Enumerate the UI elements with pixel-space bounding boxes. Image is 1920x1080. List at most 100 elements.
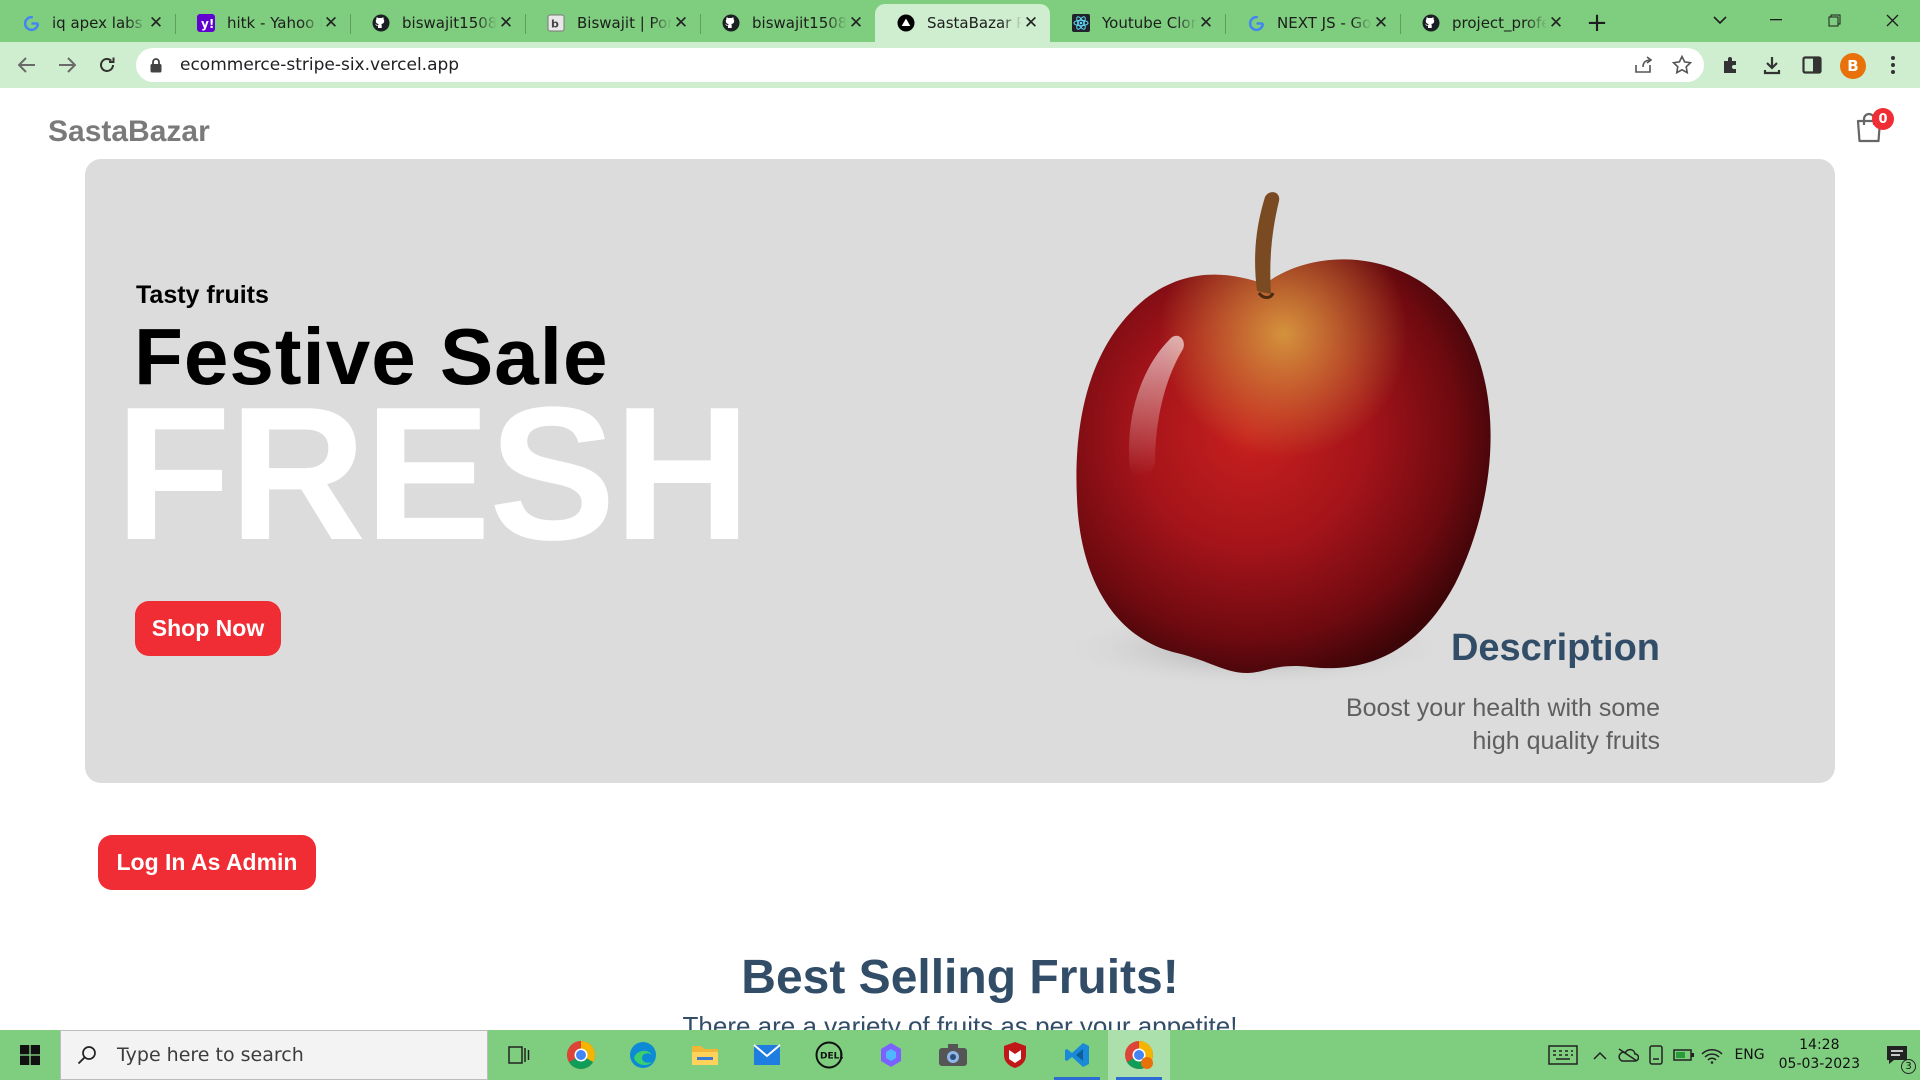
github-icon	[372, 14, 390, 32]
browser-tab-active[interactable]: SastaBazar Pvt ✕	[875, 4, 1050, 42]
wifi-icon[interactable]	[1698, 1030, 1726, 1080]
tab-close-icon[interactable]: ✕	[1547, 13, 1565, 33]
hero-large-text: FRESH	[115, 368, 751, 580]
cart-count-badge: 0	[1872, 108, 1894, 130]
forward-arrow-icon[interactable]	[52, 50, 82, 80]
tab-close-icon[interactable]: ✕	[1197, 13, 1215, 33]
bookmark-star-icon[interactable]	[1667, 50, 1697, 80]
battery-icon[interactable]	[1670, 1030, 1698, 1080]
windows-taskbar: Type here to search DELL ENG 14:28 05-03…	[0, 1030, 1920, 1080]
browser-tab[interactable]: b Biswajit | Portf ✕	[525, 4, 700, 42]
tab-close-icon[interactable]: ✕	[322, 13, 340, 33]
notification-count-badge: 3	[1901, 1059, 1916, 1074]
browser-tab[interactable]: biswajit15080 ✕	[700, 4, 875, 42]
extensions-puzzle-icon[interactable]	[1716, 50, 1746, 80]
hero-banner: Tasty fruits Festive Sale FRESH Shop Now…	[85, 159, 1835, 783]
description-title: Description	[1450, 627, 1660, 669]
copilot-app-icon[interactable]	[860, 1030, 922, 1080]
web-page: SastaBazar 0 Tasty fruits Festive Sale F…	[0, 88, 1920, 1030]
hero-small-text: Tasty fruits	[136, 281, 269, 309]
system-clock[interactable]: 14:28 05-03-2023	[1779, 1036, 1860, 1074]
vscode-icon[interactable]	[1046, 1030, 1108, 1080]
tab-close-icon[interactable]: ✕	[672, 13, 690, 33]
onedrive-icon[interactable]	[1614, 1030, 1642, 1080]
reload-icon[interactable]	[92, 50, 122, 80]
browser-toolbar: ecommerce-stripe-six.vercel.app B	[0, 42, 1920, 88]
edge-taskbar-icon[interactable]	[612, 1030, 674, 1080]
back-arrow-icon[interactable]	[12, 50, 42, 80]
mail-icon[interactable]	[736, 1030, 798, 1080]
search-icon	[77, 1045, 103, 1065]
tab-title: biswajit15080	[402, 14, 497, 32]
minimize-icon[interactable]	[1748, 0, 1804, 40]
tab-close-icon[interactable]: ✕	[147, 13, 165, 33]
svg-text:b: b	[551, 18, 559, 31]
taskbar-search-box[interactable]: Type here to search	[60, 1030, 488, 1080]
github-icon	[1422, 14, 1440, 32]
url-text[interactable]: ecommerce-stripe-six.vercel.app	[180, 55, 459, 75]
clock-time: 14:28	[1799, 1037, 1840, 1054]
language-indicator[interactable]: ENG	[1734, 1047, 1764, 1063]
tab-title: Youtube Clone	[1102, 14, 1197, 32]
svg-text:y!: y!	[201, 17, 214, 31]
products-title: Best Selling Fruits!	[741, 951, 1179, 1004]
share-icon[interactable]	[1629, 50, 1659, 80]
task-view-icon[interactable]	[488, 1030, 550, 1080]
lock-icon[interactable]	[150, 57, 164, 73]
dell-icon[interactable]: DELL	[798, 1030, 860, 1080]
new-tab-plus-icon[interactable]: +	[1575, 4, 1619, 42]
camera-icon[interactable]	[922, 1030, 984, 1080]
side-panel-icon[interactable]	[1797, 50, 1827, 80]
kebab-menu-icon[interactable]	[1878, 50, 1908, 80]
chevron-up-icon[interactable]	[1586, 1030, 1614, 1080]
browser-tab[interactable]: Youtube Clone ✕	[1050, 4, 1225, 42]
google-icon	[1247, 14, 1265, 32]
download-icon[interactable]	[1757, 50, 1787, 80]
clock-date: 05-03-2023	[1778, 1056, 1860, 1072]
tab-close-icon[interactable]: ✕	[1022, 13, 1040, 33]
description-text: Boost your health with some high quality…	[1345, 694, 1660, 755]
browser-tab[interactable]: biswajit15080 ✕	[350, 4, 525, 42]
tab-title: project_profe	[1452, 14, 1547, 32]
profile-avatar[interactable]: B	[1840, 53, 1866, 79]
react-icon	[1072, 14, 1090, 32]
google-icon	[22, 14, 40, 32]
tab-title: biswajit15080	[752, 14, 847, 32]
vercel-icon	[897, 14, 915, 32]
shop-now-button[interactable]: Shop Now	[135, 601, 281, 656]
tab-close-icon[interactable]: ✕	[1372, 13, 1390, 33]
products-heading: Best Selling Fruits! There are a variety…	[0, 950, 1920, 1030]
svg-text:DELL: DELL	[820, 1052, 843, 1062]
keyboard-icon[interactable]	[1540, 1030, 1586, 1080]
tab-close-icon[interactable]: ✕	[847, 13, 865, 33]
address-bar[interactable]: ecommerce-stripe-six.vercel.app	[136, 48, 1704, 82]
chrome-taskbar-icon[interactable]	[550, 1030, 612, 1080]
browser-tab[interactable]: y! hitk - Yahoo In ✕	[175, 4, 350, 42]
tab-search-chevron-icon[interactable]	[1692, 0, 1748, 40]
tab-close-icon[interactable]: ✕	[497, 13, 515, 33]
system-tray: ENG 14:28 05-03-2023 3	[1540, 1030, 1920, 1080]
browser-tab[interactable]: iq apex labs - ✕	[0, 4, 175, 42]
tab-title: iq apex labs -	[52, 14, 147, 32]
device-icon[interactable]	[1642, 1030, 1670, 1080]
mcafee-icon[interactable]	[984, 1030, 1046, 1080]
hero-description: Description Boost your health with some …	[1300, 627, 1660, 758]
restore-icon[interactable]	[1806, 0, 1862, 40]
notification-icon[interactable]: 3	[1874, 1030, 1920, 1080]
file-explorer-icon[interactable]	[674, 1030, 736, 1080]
tab-title: NEXT JS - Goo	[1277, 14, 1372, 32]
tab-title: Biswajit | Portf	[577, 14, 672, 32]
browser-tab[interactable]: project_profe ✕	[1400, 4, 1575, 42]
chrome-active-taskbar-icon[interactable]	[1108, 1030, 1170, 1080]
close-window-icon[interactable]	[1864, 0, 1920, 40]
tab-title: SastaBazar Pvt	[927, 14, 1022, 32]
browser-tab[interactable]: NEXT JS - Goo ✕	[1225, 4, 1400, 42]
portfolio-icon: b	[547, 14, 565, 32]
tab-title: hitk - Yahoo In	[227, 14, 322, 32]
admin-login-button[interactable]: Log In As Admin	[98, 835, 316, 890]
search-placeholder: Type here to search	[117, 1044, 304, 1066]
github-icon	[722, 14, 740, 32]
yahoo-icon: y!	[197, 14, 215, 32]
site-logo[interactable]: SastaBazar	[48, 115, 210, 149]
windows-start-icon[interactable]	[0, 1030, 60, 1080]
